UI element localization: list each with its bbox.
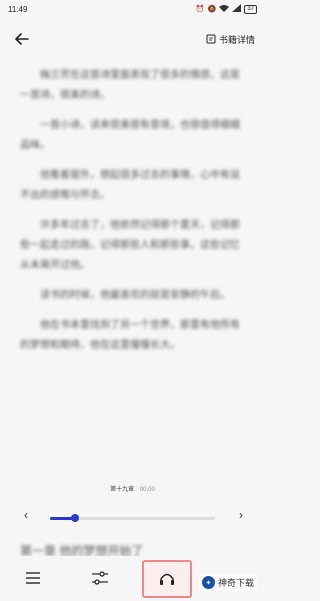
watermark-text: 神奇下载 [217,578,254,588]
chapter-percent: 00.00 [139,487,155,493]
mute-icon: 🔕 [207,6,217,13]
book-icon [206,34,216,44]
menu-list-icon [26,572,40,584]
reader-content[interactable]: 梅兰芳在这首诗里面表现了很多的情感，这是一首诗，很美的诗。 一首小诗，读来很美很… [20,66,246,466]
reading-settings-button[interactable] [88,566,112,590]
chapter-progress-label: 第十九章 00.00 [0,484,265,493]
watermark-logo-icon: ✦ [201,576,215,589]
listen-button[interactable] [142,560,192,598]
next-chapter-button[interactable]: › [239,508,243,522]
headphones-icon [160,573,174,585]
reader-paragraph: 他在书本里找到了另一个世界，那里有他所有的梦想和期待，他在这里慢慢长大。 [20,320,240,351]
status-icons: ⏰ 🔕 37 [196,4,257,14]
wifi-icon [219,4,230,14]
book-detail-label: 书籍详情 [218,34,255,45]
reader-paragraph: 他看着窗外，想起很多过去的事情，心中有说不出的感慨与怀念。 [20,170,240,201]
progress-panel: 第十九章 00.00 ‹ › [0,472,265,552]
status-bar: 11:49 ⏰ 🔕 37 [0,0,265,18]
alarm-icon: ⏰ [195,6,205,13]
reader-paragraph: 梅兰芳在这首诗里面表现了很多的情感，这是一首诗，很美的诗。 [20,70,240,101]
reader-paragraph: 读书的时候，他最喜欢的就是安静的午后。 [40,290,230,301]
progress-thumb[interactable] [70,514,79,522]
catalog-button[interactable] [21,566,45,590]
back-arrow-icon [15,33,29,45]
chapter-name: 第十九章 [110,487,135,493]
book-detail-button[interactable]: 书籍详情 [206,33,255,46]
signal-icon [232,4,242,14]
back-button[interactable] [12,29,32,49]
reader-paragraph: 许多年过去了，他依然记得那个夏天，记得那些一起走过的路，记得那些人和那些事，这些… [20,220,240,271]
previous-chapter-button[interactable]: ‹ [24,508,28,522]
progress-slider[interactable] [50,514,215,522]
watermark: ✦ 神奇下载 [198,574,257,591]
battery-icon: 37 [244,4,257,14]
sliders-icon [92,571,108,585]
top-bar: 书籍详情 [0,24,265,54]
reader-paragraph: 一首小诗，读来很美很有意境，也很值得细细品味。 [20,120,240,151]
status-time: 11:49 [8,4,28,14]
